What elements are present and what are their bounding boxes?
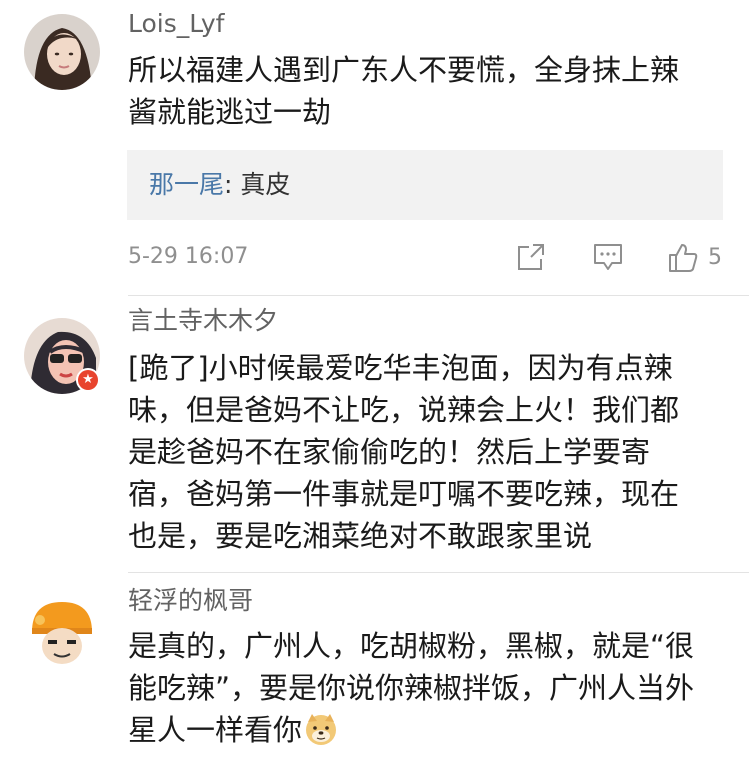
avatar-image: [24, 594, 100, 670]
comment-meta: 5-29 16:07 5: [0, 240, 749, 280]
comment-text-line: 是趁爸妈不在家偷偷吃的！然后上学要寄: [128, 435, 651, 469]
comment-text: 是真的，广州人，吃胡椒粉，黑椒，就是“很 能吃辣”，要是你说你辣椒拌饭，广州人当…: [128, 625, 718, 751]
like-count: 5: [708, 245, 722, 270]
reply-content: 真皮: [240, 170, 291, 199]
avatar[interactable]: [24, 14, 100, 90]
comment-feed: Lois_Lyf 所以福建人遇到广东人不要慌，全身抹上辣 酱就能逃过一劫 那一尾…: [0, 0, 749, 761]
comment-text-fragment: 星人一样看你: [128, 713, 303, 747]
divider: [128, 572, 749, 573]
comment-text-line: 能吃辣”，要是你说你辣椒拌饭，广州人当外: [128, 671, 695, 705]
share-icon[interactable]: [516, 242, 546, 272]
comment-text-line: 所以福建人遇到广东人不要慌，全身抹上辣: [128, 53, 680, 87]
comment-text-line: 酱就能逃过一劫: [128, 95, 332, 129]
divider: [128, 295, 749, 296]
username[interactable]: 轻浮的枫哥: [128, 585, 253, 617]
comment-text: [跪了]小时候最爱吃华丰泡面，因为有点辣 味，但是爸妈不让吃，说辣会上火！我们都…: [128, 347, 718, 557]
comment-text-line: 星人一样看你: [128, 709, 718, 751]
avatar[interactable]: [24, 594, 100, 670]
comment-text: 所以福建人遇到广东人不要慌，全身抹上辣 酱就能逃过一劫: [128, 49, 718, 133]
reply-separator: :: [224, 170, 241, 199]
reply-text: 那一尾: 真皮: [149, 168, 290, 202]
thumbs-up-icon[interactable]: [667, 242, 699, 274]
comment-text-line: 是真的，广州人，吃胡椒粉，黑椒，就是“很: [128, 629, 695, 663]
reply-author[interactable]: 那一尾: [149, 170, 224, 199]
username[interactable]: 言土寺木木夕: [128, 305, 278, 337]
reply-preview[interactable]: 那一尾: 真皮: [127, 150, 723, 220]
avatar-image: [24, 14, 100, 90]
comment-text-line: 也是，要是吃湘菜绝对不敢跟家里说: [128, 519, 593, 553]
timestamp: 5-29 16:07: [128, 244, 249, 269]
comment-text-line: [跪了]小时候最爱吃华丰泡面，因为有点辣: [128, 351, 673, 385]
comment-text-line: 味，但是爸妈不让吃，说辣会上火！我们都: [128, 393, 680, 427]
star-badge-icon: ★: [76, 368, 100, 392]
comment-icon[interactable]: [592, 242, 624, 272]
username[interactable]: Lois_Lyf: [128, 8, 224, 40]
doge-emoji-icon: [306, 714, 337, 745]
comment-text-line: 宿，爸妈第一件事就是叮嘱不要吃辣，现在: [128, 477, 680, 511]
